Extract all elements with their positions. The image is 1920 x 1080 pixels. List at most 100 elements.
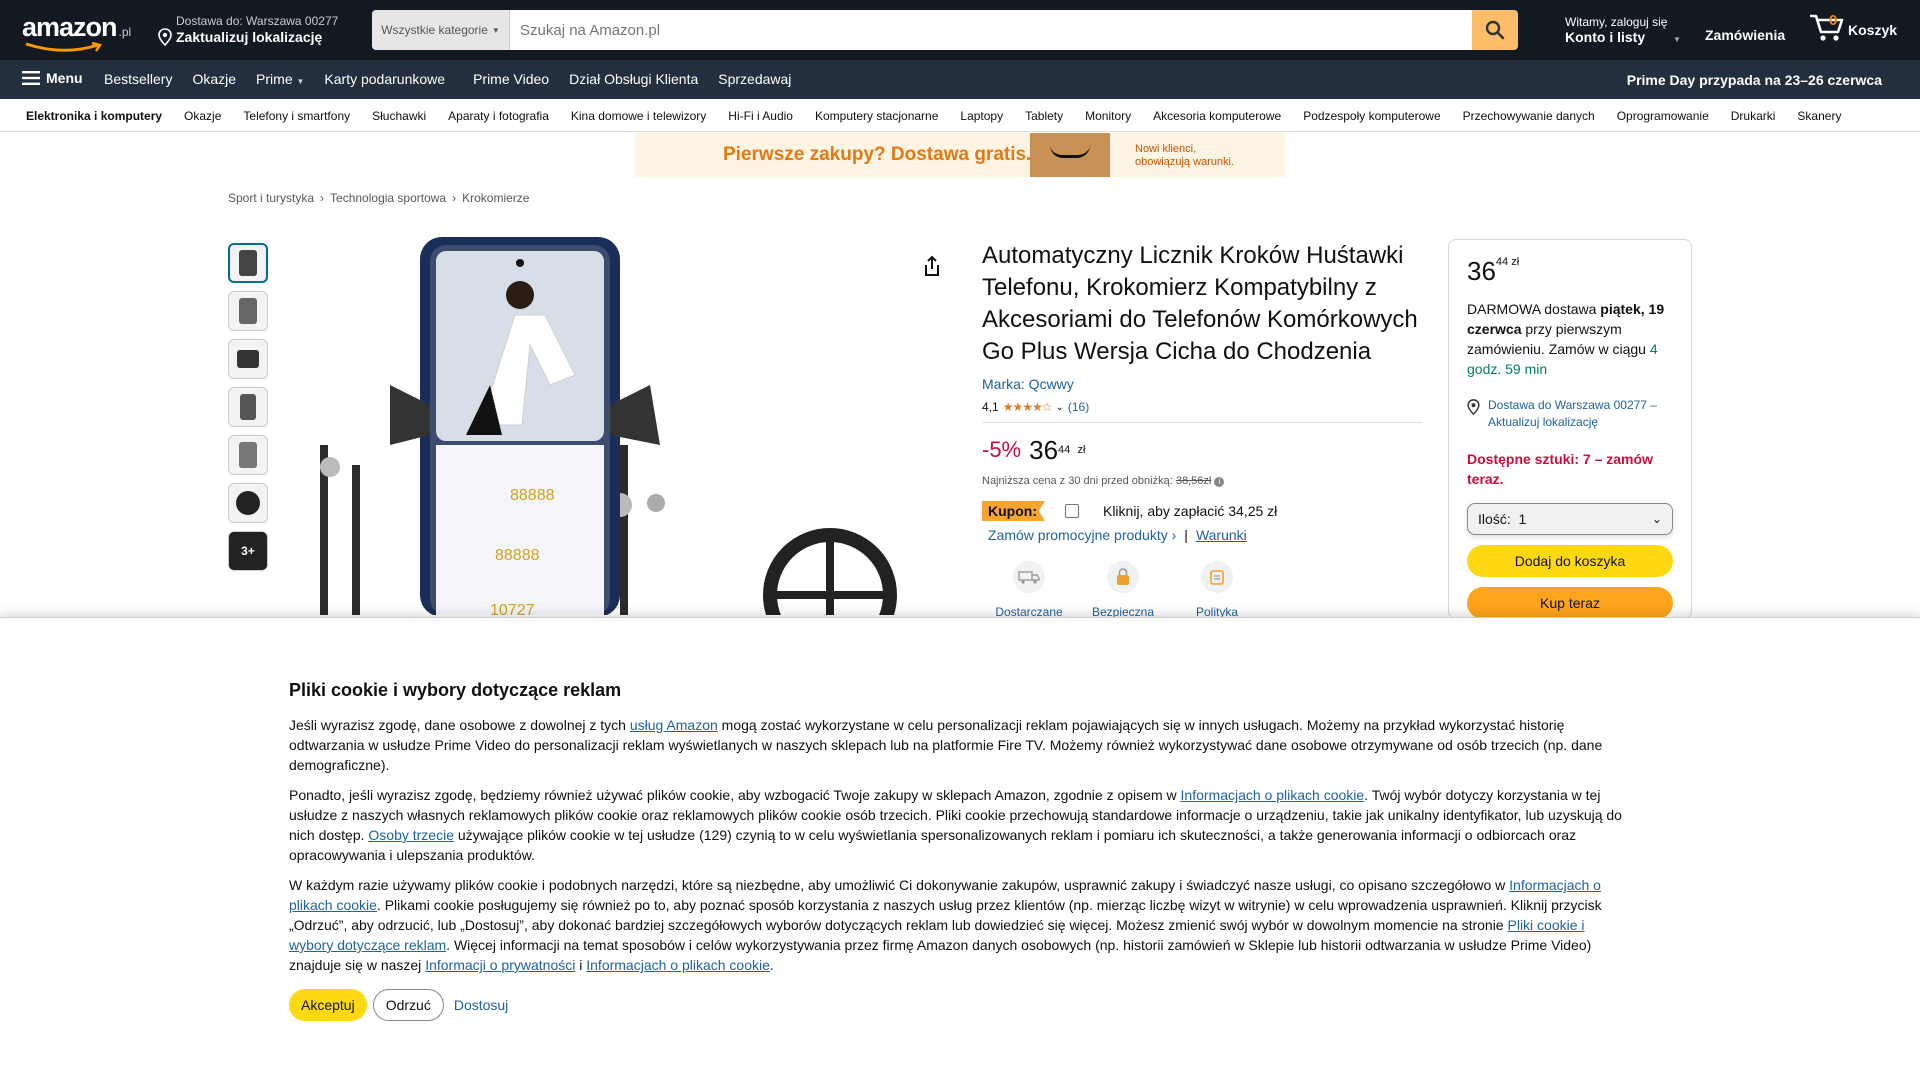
- cookie-text: Ponadto, jeśli wyrazisz zgodę, będziemy …: [289, 787, 1181, 803]
- cookie-paragraph-3: W każdym razie używamy plików cookie i p…: [289, 875, 1629, 975]
- info-icon[interactable]: i: [1214, 477, 1225, 487]
- category-bar: Elektronika i komputery Okazje Telefony …: [0, 99, 1920, 132]
- cookie-paragraph-1: Jeśli wyrazisz zgodę, dane osobowe z dow…: [289, 715, 1629, 775]
- nav-item-bestsellery[interactable]: Bestsellery: [104, 71, 172, 87]
- thumbnail[interactable]: [228, 243, 268, 283]
- breadcrumb-item[interactable]: Krokomierze: [462, 191, 529, 205]
- category-item[interactable]: Elektronika i komputery: [26, 109, 162, 123]
- amazon-logo[interactable]: amazon .pl: [22, 12, 140, 52]
- category-item[interactable]: Aparaty i fotografia: [448, 109, 549, 123]
- cookie-text: i: [575, 957, 587, 973]
- nav-item-sprzedawaj[interactable]: Sprzedawaj: [718, 71, 791, 87]
- coupon-text[interactable]: Kliknij, aby zapłacić 34,25 zł: [1103, 503, 1277, 519]
- chevron-right-icon: ›: [320, 191, 325, 205]
- category-item[interactable]: Słuchawki: [372, 109, 426, 123]
- nav-item-obsluga-klienta[interactable]: Dział Obsługi Klienta: [569, 71, 698, 87]
- chevron-right-icon: ›: [452, 191, 457, 205]
- coupon-checkbox[interactable]: [1064, 504, 1079, 518]
- thumbnail[interactable]: [228, 387, 268, 427]
- search-category-select[interactable]: Wszystkie kategorie ▼: [372, 10, 510, 50]
- delivery-info: DARMOWA dostawa piątek, 19 czerwca przy …: [1467, 299, 1673, 379]
- delivery-location[interactable]: Dostawa do: Warszawa 00277 Zaktualizuj l…: [158, 14, 338, 46]
- thumbnail-list: 3+: [228, 243, 268, 579]
- customize-link[interactable]: Dostosuj: [454, 997, 508, 1013]
- screen-number: 88888: [510, 487, 555, 504]
- nav-item-prime[interactable]: Prime ▼: [256, 71, 304, 87]
- buybox-price-whole: 36: [1467, 256, 1496, 286]
- terms-link[interactable]: Warunki: [1196, 527, 1247, 543]
- thumbnail[interactable]: [228, 291, 268, 331]
- rating-value: 4,1: [982, 400, 999, 414]
- buy-now-button[interactable]: Kup teraz: [1467, 587, 1673, 619]
- share-button[interactable]: [922, 255, 942, 282]
- search-input[interactable]: [510, 10, 1472, 50]
- accept-button[interactable]: Akceptuj: [289, 989, 367, 1021]
- account-lists[interactable]: Witamy, zaloguj się Konto i listy ▼: [1565, 15, 1681, 45]
- category-item[interactable]: Hi-Fi i Audio: [728, 109, 793, 123]
- buybox-location[interactable]: Dostawa do Warszawa 00277 – Aktualizuj l…: [1467, 397, 1673, 431]
- category-item[interactable]: Komputery stacjonarne: [815, 109, 938, 123]
- banner-sub-text: Nowi klienci, obowiązują warunki.: [1135, 143, 1235, 168]
- prime-day-promo[interactable]: Prime Day przypada na 23–26 czerwca: [1627, 72, 1882, 88]
- orders-link[interactable]: Zamówienia: [1705, 27, 1785, 43]
- category-item[interactable]: Skanery: [1797, 109, 1841, 123]
- thumbnail[interactable]: [228, 483, 268, 523]
- promo-banner[interactable]: Pierwsze zakupy? Dostawa gratis. Nowi kl…: [635, 133, 1285, 177]
- quantity-select[interactable]: Ilość: 1 ⌄: [1467, 503, 1673, 535]
- buybox-price: 3644 zł: [1467, 256, 1673, 287]
- price: 3644 zł: [1029, 437, 1085, 463]
- top-navigation: amazon .pl Dostawa do: Warszawa 00277 Zak…: [0, 0, 1920, 60]
- search-button[interactable]: [1472, 10, 1518, 50]
- nav-item-karty-podarunkowe[interactable]: Karty podarunkowe: [324, 71, 445, 87]
- breadcrumb-item[interactable]: Technologia sportowa: [330, 191, 446, 205]
- promo-products-link[interactable]: Zamów promocyjne produkty ›: [988, 527, 1176, 543]
- cookie-consent-panel: Pliki cookie i wybory dotyczące reklam J…: [0, 617, 1920, 1080]
- privacy-notice-link[interactable]: Informacji o prywatności: [425, 957, 575, 973]
- category-item[interactable]: Monitory: [1085, 109, 1131, 123]
- category-item[interactable]: Przechowywanie danych: [1463, 109, 1595, 123]
- add-to-cart-button[interactable]: Dodaj do koszyka: [1467, 545, 1673, 577]
- cart-button[interactable]: 0 Koszyk: [1808, 12, 1897, 42]
- brand-link[interactable]: Marka: Qcwwy: [982, 376, 1422, 392]
- logo-text: amazon: [22, 12, 118, 42]
- buy-box: 3644 zł DARMOWA dostawa piątek, 19 czerw…: [1448, 239, 1692, 619]
- menu-button[interactable]: Menu: [22, 70, 83, 86]
- caret-down-icon: ▼: [296, 77, 305, 86]
- cookie-info-link[interactable]: Informacjach o plikach cookie: [586, 957, 770, 973]
- third-parties-link[interactable]: Osoby trzecie: [368, 827, 454, 843]
- thumbnail-more[interactable]: 3+: [228, 531, 268, 571]
- thumbnail-image: [239, 442, 257, 468]
- category-item[interactable]: Tablety: [1025, 109, 1063, 123]
- rating-count[interactable]: (16): [1068, 400, 1089, 414]
- thumbnail[interactable]: [228, 435, 268, 475]
- logo-smile-icon: [25, 42, 103, 52]
- cookie-text: .: [769, 957, 774, 973]
- promo-links: Zamów promocyjne produkty › | Warunki: [988, 527, 1422, 543]
- breadcrumb-item[interactable]: Sport i turystyka: [228, 191, 314, 205]
- coupon-row: Kupon: Kliknij, aby zapłacić 34,25 zł: [982, 501, 1422, 521]
- cookie-info-link[interactable]: Informacjach o plikach cookie: [1181, 787, 1365, 803]
- star-rating-icon[interactable]: ★★★★☆: [1003, 400, 1053, 414]
- chevron-down-icon: ⌄: [1651, 512, 1662, 526]
- amazon-services-link[interactable]: usług Amazon: [630, 717, 718, 733]
- discount-percent: -5%: [982, 437, 1022, 462]
- lowest-price-info: Najniższa cena z 30 dni przed obniżką: 3…: [982, 475, 1422, 487]
- category-item[interactable]: Telefony i smartfony: [243, 109, 350, 123]
- nav-item-prime-video[interactable]: Prime Video: [473, 71, 549, 87]
- price-currency: zł: [1077, 444, 1086, 456]
- chevron-down-icon[interactable]: ⌄: [1055, 402, 1063, 413]
- category-item[interactable]: Drukarki: [1731, 109, 1776, 123]
- category-item[interactable]: Akcesoria komputerowe: [1153, 109, 1281, 123]
- cart-icon: [1810, 14, 1844, 41]
- category-item[interactable]: Oprogramowanie: [1617, 109, 1709, 123]
- category-item[interactable]: Podzespoły komputerowe: [1303, 109, 1440, 123]
- thumbnail[interactable]: [228, 339, 268, 379]
- category-item[interactable]: Laptopy: [960, 109, 1003, 123]
- category-item[interactable]: Okazje: [184, 109, 221, 123]
- category-item[interactable]: Kina domowe i telewizory: [571, 109, 706, 123]
- product-main-image[interactable]: 88888 88888 10727: [290, 235, 910, 615]
- banner-main-text: Pierwsze zakupy? Dostawa gratis.: [723, 144, 1032, 165]
- nav-item-okazje[interactable]: Okazje: [192, 71, 236, 87]
- reject-button[interactable]: Odrzuć: [372, 989, 444, 1021]
- hamburger-icon: [22, 71, 40, 85]
